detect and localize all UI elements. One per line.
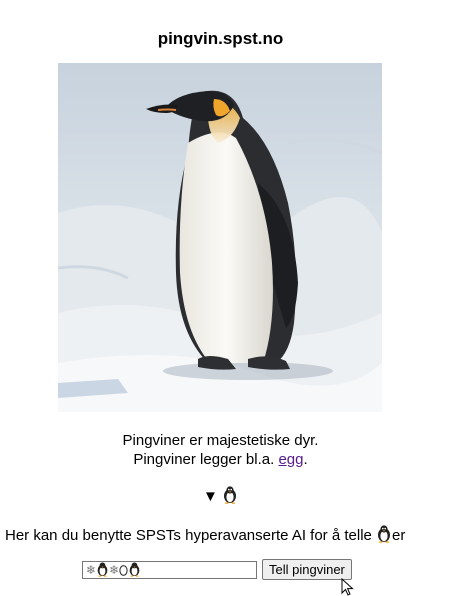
egg-icon: [119, 564, 128, 576]
snowflake-icon: ❄: [86, 562, 97, 577]
ai-intro-text: Her kan du benytte SPSTs hyperavanserte …: [5, 525, 405, 544]
description-line-2-text: Pingviner legger bl.a.: [133, 451, 279, 468]
description-line-2-suffix: .: [303, 451, 308, 468]
description-line-1: Pingviner er majestetiske dyr.: [122, 432, 319, 449]
triangle-down-icon: ▼: [202, 488, 218, 505]
description: Pingviner er majestetiske dyr. Pingviner…: [0, 431, 441, 469]
penguin-icon: [378, 525, 391, 543]
penguin-counter-form: ❄ ❄ Tell pingviner: [82, 559, 352, 580]
penguin-icon: [97, 562, 108, 577]
egg-link[interactable]: egg: [278, 451, 303, 468]
penguin-icon: [224, 486, 237, 504]
penguin-icon: [129, 562, 140, 577]
snowflake-icon: ❄: [109, 562, 120, 577]
intro-prefix: Her kan du benytte SPSTs hyperavanserte …: [5, 527, 377, 544]
penguin-count-input[interactable]: ❄ ❄: [82, 560, 257, 579]
count-penguins-button[interactable]: Tell pingviner: [262, 559, 352, 580]
penguin-toggle[interactable]: ▼: [0, 486, 441, 505]
emperor-penguin-photo: [58, 63, 382, 412]
mouse-cursor-icon: [341, 578, 354, 596]
page-title: pingvin.spst.no: [157, 29, 284, 48]
intro-suffix: er: [392, 527, 406, 544]
description-line-2: Pingviner legger bl.a. egg.: [0, 450, 441, 469]
